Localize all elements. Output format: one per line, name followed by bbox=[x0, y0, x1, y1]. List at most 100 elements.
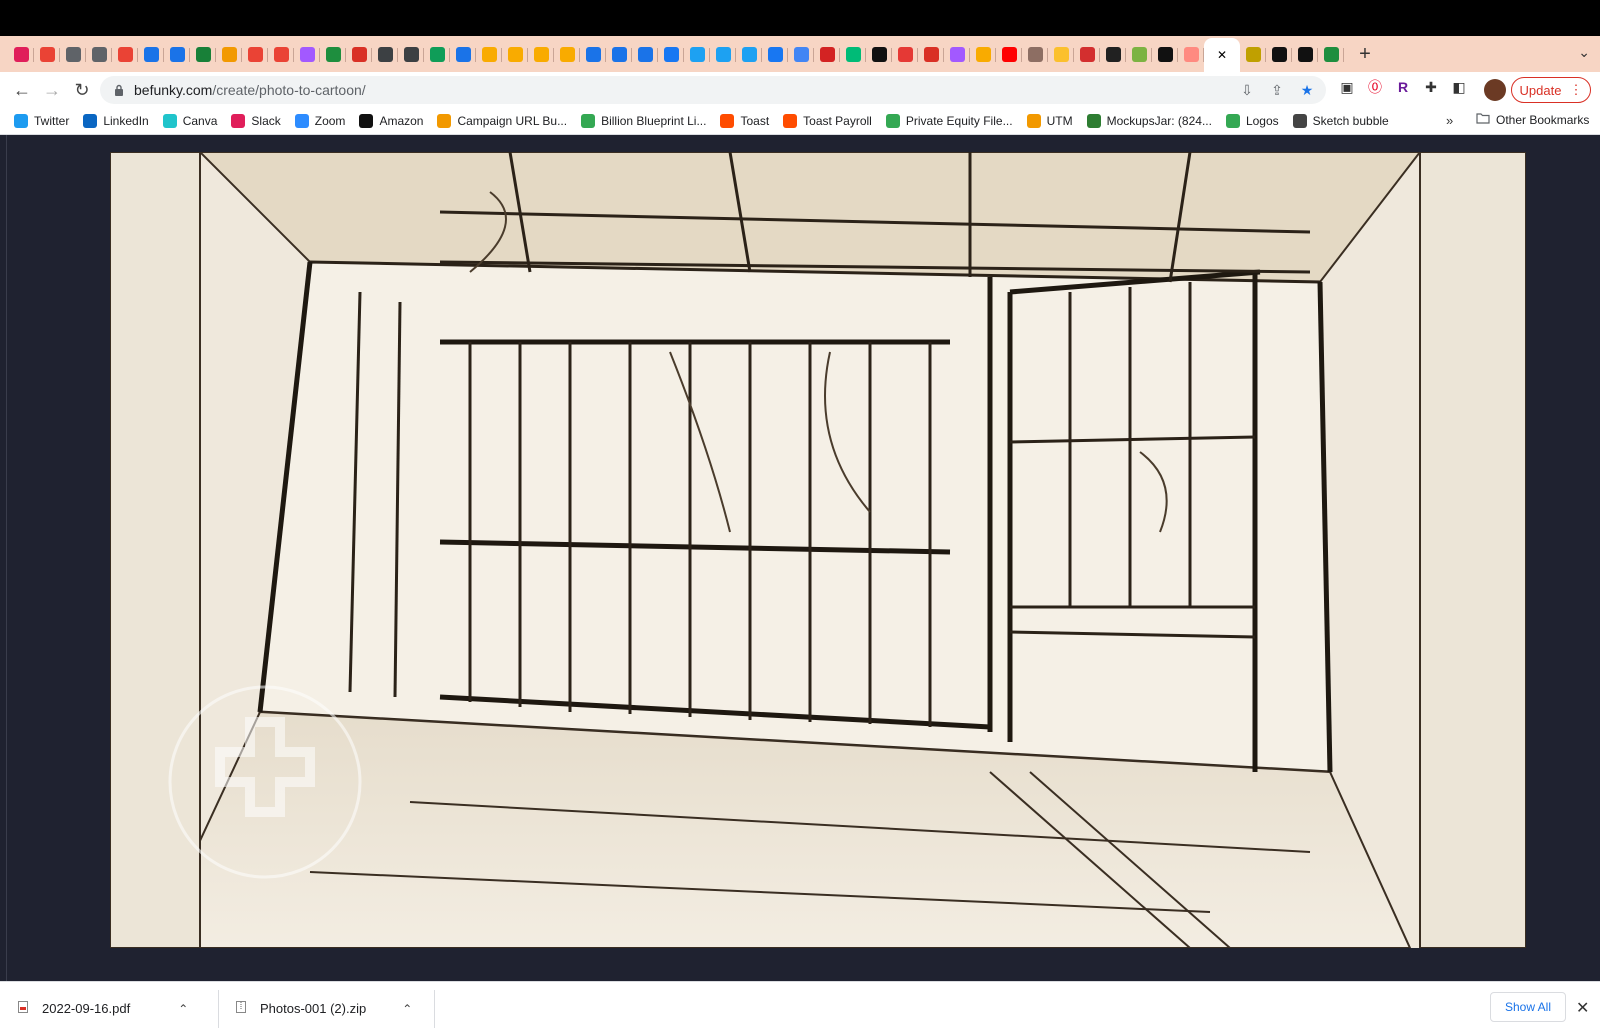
browser-tab[interactable] bbox=[1152, 39, 1178, 69]
bookmark-label: UTM bbox=[1046, 114, 1073, 128]
browser-tab[interactable] bbox=[216, 39, 242, 69]
other-bookmarks-folder[interactable]: Other Bookmarks bbox=[1476, 112, 1589, 127]
extension-wallet-icon[interactable]: ▣ bbox=[1338, 78, 1356, 96]
address-bar[interactable]: befunky.com/create/photo-to-cartoon/ ⇩ ⇪… bbox=[100, 76, 1326, 104]
close-downloads-icon[interactable]: ✕ bbox=[1576, 998, 1589, 1018]
browser-tab[interactable] bbox=[840, 39, 866, 69]
bookmark-item[interactable]: Sketch bubble bbox=[1292, 114, 1389, 128]
browser-tab[interactable] bbox=[632, 39, 658, 69]
browser-tab[interactable] bbox=[1292, 39, 1318, 69]
bookmark-item[interactable]: Toast bbox=[720, 114, 769, 128]
bookmark-item[interactable]: Canva bbox=[162, 114, 217, 128]
browser-tab[interactable] bbox=[8, 39, 34, 69]
browser-tab[interactable] bbox=[164, 39, 190, 69]
download-item[interactable]: 2022-09-16.pdf ⌃ bbox=[18, 982, 188, 1035]
extension-r-icon[interactable]: R bbox=[1394, 78, 1412, 96]
avatar[interactable] bbox=[1484, 79, 1506, 101]
bookmark-item[interactable]: Billion Blueprint Li... bbox=[581, 114, 706, 128]
browser-tab[interactable] bbox=[242, 39, 268, 69]
browser-tab[interactable] bbox=[424, 39, 450, 69]
browser-tab[interactable] bbox=[268, 39, 294, 69]
bookmark-item[interactable]: Private Equity File... bbox=[885, 114, 1013, 128]
browser-tab[interactable] bbox=[710, 39, 736, 69]
reload-button[interactable]: ↻ bbox=[68, 76, 96, 104]
browser-tab[interactable] bbox=[1178, 39, 1204, 69]
browser-tab[interactable] bbox=[970, 39, 996, 69]
browser-tab[interactable] bbox=[1022, 39, 1048, 69]
bookmark-item[interactable]: LinkedIn bbox=[83, 114, 149, 128]
pinterest-icon[interactable]: ⓪ bbox=[1366, 78, 1384, 96]
browser-tab[interactable] bbox=[554, 39, 580, 69]
browser-tab[interactable] bbox=[34, 39, 60, 69]
browser-tab[interactable] bbox=[502, 39, 528, 69]
browser-tab[interactable] bbox=[476, 39, 502, 69]
cartoon-photo-canvas[interactable] bbox=[110, 152, 1526, 948]
browser-tab[interactable] bbox=[372, 39, 398, 69]
bookmark-item[interactable]: Campaign URL Bu... bbox=[437, 114, 567, 128]
browser-tab[interactable] bbox=[1266, 39, 1292, 69]
browser-tab[interactable] bbox=[814, 39, 840, 69]
bookmark-item[interactable]: Zoom bbox=[294, 114, 345, 128]
browser-tab[interactable] bbox=[1074, 39, 1100, 69]
share-icon[interactable]: ⇪ bbox=[1268, 81, 1286, 99]
browser-tab[interactable] bbox=[762, 39, 788, 69]
bookmark-item[interactable]: Amazon bbox=[359, 114, 423, 128]
browser-tab[interactable] bbox=[60, 39, 86, 69]
show-all-label: Show All bbox=[1504, 1000, 1552, 1014]
tab-favicon-icon bbox=[169, 46, 185, 62]
bookmark-item[interactable]: Toast Payroll bbox=[783, 114, 872, 128]
side-panel-icon[interactable]: ◧ bbox=[1450, 78, 1468, 96]
extensions-puzzle-icon[interactable]: ✚ bbox=[1422, 78, 1440, 96]
browser-tab[interactable] bbox=[1100, 39, 1126, 69]
install-app-icon[interactable]: ⇩ bbox=[1238, 81, 1256, 99]
bookmark-item[interactable]: Twitter bbox=[14, 114, 69, 128]
tab-favicon-icon bbox=[299, 46, 315, 62]
bookmark-item[interactable]: Slack bbox=[231, 114, 281, 128]
tab-favicon-icon bbox=[1053, 46, 1069, 62]
browser-tab[interactable] bbox=[294, 39, 320, 69]
download-item[interactable]: Photos-001 (2).zip ⌃ bbox=[236, 982, 412, 1035]
browser-tab[interactable] bbox=[86, 39, 112, 69]
download-divider bbox=[434, 990, 435, 1028]
browser-tab[interactable] bbox=[658, 39, 684, 69]
browser-tab[interactable] bbox=[736, 39, 762, 69]
new-tab-button[interactable]: + bbox=[1350, 39, 1380, 69]
bookmark-label: Logos bbox=[1245, 114, 1279, 128]
bookmark-item[interactable]: UTM bbox=[1026, 114, 1073, 128]
bookmark-star-icon[interactable]: ★ bbox=[1298, 81, 1316, 99]
browser-tab[interactable] bbox=[944, 39, 970, 69]
show-all-downloads-button[interactable]: Show All bbox=[1490, 992, 1566, 1022]
chevron-up-icon[interactable]: ⌃ bbox=[402, 1002, 412, 1016]
active-tab[interactable]: ✕ bbox=[1204, 38, 1240, 72]
chevron-up-icon[interactable]: ⌃ bbox=[178, 1002, 188, 1016]
browser-tab[interactable] bbox=[580, 39, 606, 69]
browser-tab[interactable] bbox=[450, 39, 476, 69]
browser-tab[interactable] bbox=[528, 39, 554, 69]
forward-button[interactable]: → bbox=[38, 76, 66, 104]
browser-tab[interactable] bbox=[684, 39, 710, 69]
browser-tab[interactable] bbox=[190, 39, 216, 69]
browser-tab[interactable] bbox=[1126, 39, 1152, 69]
browser-tab[interactable] bbox=[320, 39, 346, 69]
browser-tab[interactable] bbox=[866, 39, 892, 69]
browser-tab[interactable] bbox=[112, 39, 138, 69]
browser-tab[interactable] bbox=[996, 39, 1022, 69]
browser-tab[interactable] bbox=[1240, 39, 1266, 69]
tab-search-chevron-icon[interactable]: ⌄ bbox=[1578, 44, 1590, 61]
back-button[interactable]: ← bbox=[8, 76, 36, 104]
browser-tab[interactable] bbox=[138, 39, 164, 69]
update-button[interactable]: Update ⋮ bbox=[1511, 77, 1591, 103]
browser-tab[interactable] bbox=[398, 39, 424, 69]
browser-tab[interactable] bbox=[918, 39, 944, 69]
browser-tab[interactable] bbox=[1048, 39, 1074, 69]
bookmarks-overflow-icon[interactable]: » bbox=[1446, 113, 1453, 128]
browser-tab[interactable] bbox=[346, 39, 372, 69]
browser-tab[interactable] bbox=[788, 39, 814, 69]
tab-favicon-icon bbox=[39, 46, 55, 62]
browser-tab[interactable] bbox=[1318, 39, 1344, 69]
close-tab-icon[interactable]: ✕ bbox=[1217, 48, 1227, 62]
bookmark-item[interactable]: MockupsJar: (824... bbox=[1086, 114, 1212, 128]
browser-tab[interactable] bbox=[892, 39, 918, 69]
bookmark-item[interactable]: Logos bbox=[1225, 114, 1279, 128]
browser-tab[interactable] bbox=[606, 39, 632, 69]
